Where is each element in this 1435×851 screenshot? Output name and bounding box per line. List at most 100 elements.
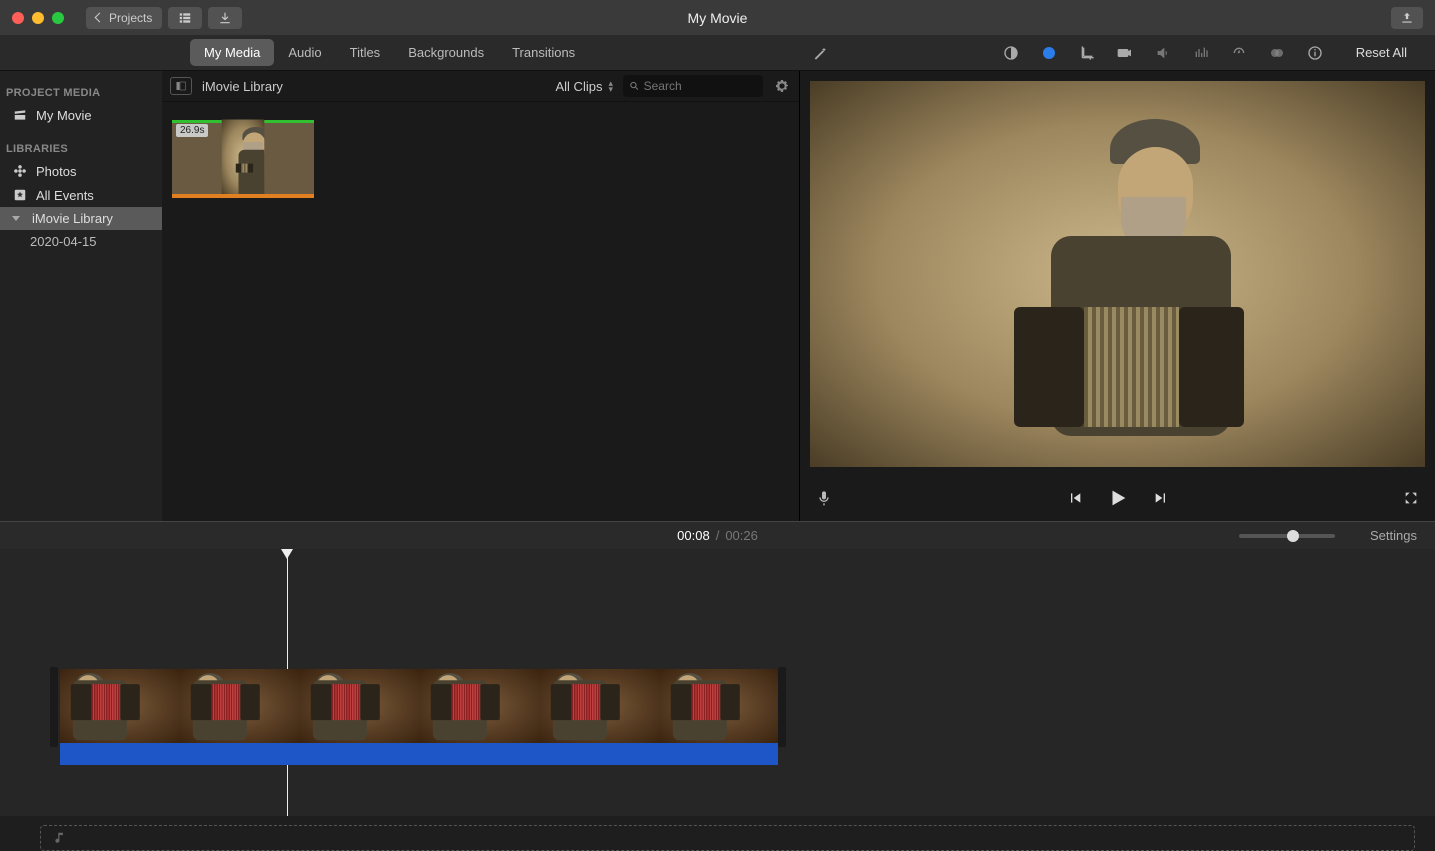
share-icon xyxy=(1400,11,1414,25)
timecode-separator: / xyxy=(716,528,720,543)
window-controls xyxy=(12,12,64,24)
info-button[interactable] xyxy=(1306,44,1324,62)
timeline-frame xyxy=(60,669,180,743)
timeline-zoom-slider[interactable] xyxy=(1239,534,1335,538)
previous-button[interactable] xyxy=(1067,490,1083,509)
back-projects-button[interactable]: Projects xyxy=(86,7,162,29)
speed-button[interactable] xyxy=(1230,44,1248,62)
magnifier-icon xyxy=(629,80,640,92)
reset-all-button[interactable]: Reset All xyxy=(1356,45,1407,60)
voiceover-record-button[interactable] xyxy=(816,490,832,509)
half-circle-icon xyxy=(1003,45,1019,61)
wand-icon xyxy=(812,45,828,61)
tab-backgrounds[interactable]: Backgrounds xyxy=(394,39,498,66)
speedometer-icon xyxy=(1231,45,1247,61)
panel-icon xyxy=(175,80,187,92)
disclosure-triangle-icon xyxy=(12,216,20,221)
toolbar-left-group: Projects xyxy=(86,7,242,29)
sidebar-header-project: PROJECT MEDIA xyxy=(0,81,162,103)
share-button[interactable] xyxy=(1391,7,1423,29)
media-tabstrip: My Media Audio Titles Backgrounds Transi… xyxy=(190,39,589,66)
minimize-window-button[interactable] xyxy=(32,12,44,24)
skip-forward-icon xyxy=(1153,490,1169,506)
sidebar-sublabel: 2020-04-15 xyxy=(30,234,97,249)
viewer-toolbar: Reset All xyxy=(790,44,1435,62)
audio-track-clip[interactable] xyxy=(60,743,778,765)
color-balance-button[interactable] xyxy=(1002,44,1020,62)
sidebar-label: Photos xyxy=(36,164,76,179)
browser-settings-button[interactable] xyxy=(773,77,791,95)
play-icon xyxy=(1107,487,1129,509)
sidebar-label: My Movie xyxy=(36,108,92,123)
clip-duration-badge: 26.9s xyxy=(176,124,208,137)
music-note-icon xyxy=(53,831,67,845)
sidebar-item-all-events[interactable]: All Events xyxy=(0,183,162,207)
clip-handle-right[interactable] xyxy=(778,667,786,747)
preview-frame-content xyxy=(810,81,1425,467)
noise-reduction-button[interactable] xyxy=(1192,44,1210,62)
tab-transitions[interactable]: Transitions xyxy=(498,39,589,66)
sidebar-item-my-movie[interactable]: My Movie xyxy=(0,103,162,127)
preview-canvas[interactable] xyxy=(810,81,1425,467)
import-button[interactable] xyxy=(208,7,242,29)
timeline-frame xyxy=(420,669,540,743)
clip-handle-left[interactable] xyxy=(50,667,58,747)
up-down-chevron-icon: ▴▾ xyxy=(608,80,613,92)
download-arrow-icon xyxy=(218,11,232,25)
toggle-sidebar-button[interactable] xyxy=(170,77,192,95)
search-input[interactable] xyxy=(644,79,757,93)
microphone-icon xyxy=(816,490,832,506)
chevron-left-icon xyxy=(95,13,105,23)
media-browser: iMovie Library All Clips ▴▾ xyxy=(162,71,799,521)
top-tabs-row: My Media Audio Titles Backgrounds Transi… xyxy=(0,35,1435,71)
expand-icon xyxy=(1403,490,1419,506)
back-label: Projects xyxy=(109,11,152,25)
palette-icon xyxy=(1041,45,1057,61)
clip-filter-button[interactable] xyxy=(1268,44,1286,62)
timeline-frame xyxy=(660,669,778,743)
sidebar-item-imovie-library[interactable]: iMovie Library xyxy=(0,207,162,230)
viewer-controls xyxy=(800,477,1435,521)
tab-my-media[interactable]: My Media xyxy=(190,39,274,66)
clips-filter-dropdown[interactable]: All Clips ▴▾ xyxy=(556,79,614,94)
volume-button[interactable] xyxy=(1154,44,1172,62)
used-marker xyxy=(172,194,314,198)
background-music-well[interactable] xyxy=(40,825,1415,851)
clips-grid[interactable]: 26.9s xyxy=(162,101,799,521)
fullscreen-button[interactable] xyxy=(1403,490,1419,509)
timeline-frame xyxy=(300,669,420,743)
video-camera-icon xyxy=(1117,45,1133,61)
timeline[interactable] xyxy=(0,549,1435,816)
search-box[interactable] xyxy=(623,75,763,97)
sidebar-item-photos[interactable]: Photos xyxy=(0,159,162,183)
tab-audio[interactable]: Audio xyxy=(274,39,335,66)
play-button[interactable] xyxy=(1107,487,1129,512)
enhance-wand-button[interactable] xyxy=(811,44,829,62)
sidebar-label: All Events xyxy=(36,188,94,203)
close-window-button[interactable] xyxy=(12,12,24,24)
browser-path-label: iMovie Library xyxy=(202,79,283,94)
list-icon xyxy=(178,11,192,25)
library-list-toggle-button[interactable] xyxy=(168,7,202,29)
next-button[interactable] xyxy=(1153,490,1169,509)
sidebar-item-event-date[interactable]: 2020-04-15 xyxy=(0,230,162,253)
video-track-clip[interactable] xyxy=(60,669,778,743)
browser-header: iMovie Library All Clips ▴▾ xyxy=(162,71,799,101)
stabilization-button[interactable] xyxy=(1116,44,1134,62)
timeline-settings-button[interactable]: Settings xyxy=(1370,528,1417,543)
zoom-window-button[interactable] xyxy=(52,12,64,24)
window-title: My Movie xyxy=(688,10,748,26)
clips-filter-label: All Clips xyxy=(556,79,603,94)
slider-thumb[interactable] xyxy=(1287,530,1299,542)
viewer-panel xyxy=(799,71,1435,521)
current-timecode: 00:08 xyxy=(677,528,710,543)
title-bar: Projects My Movie xyxy=(0,0,1435,35)
color-correction-button[interactable] xyxy=(1040,44,1058,62)
transport-controls xyxy=(1067,487,1169,512)
photos-flower-icon xyxy=(12,163,28,179)
clip-thumbnail[interactable]: 26.9s xyxy=(172,120,314,194)
overlap-circles-icon xyxy=(1269,45,1285,61)
tab-titles[interactable]: Titles xyxy=(336,39,395,66)
crop-icon xyxy=(1079,45,1095,61)
crop-button[interactable] xyxy=(1078,44,1096,62)
